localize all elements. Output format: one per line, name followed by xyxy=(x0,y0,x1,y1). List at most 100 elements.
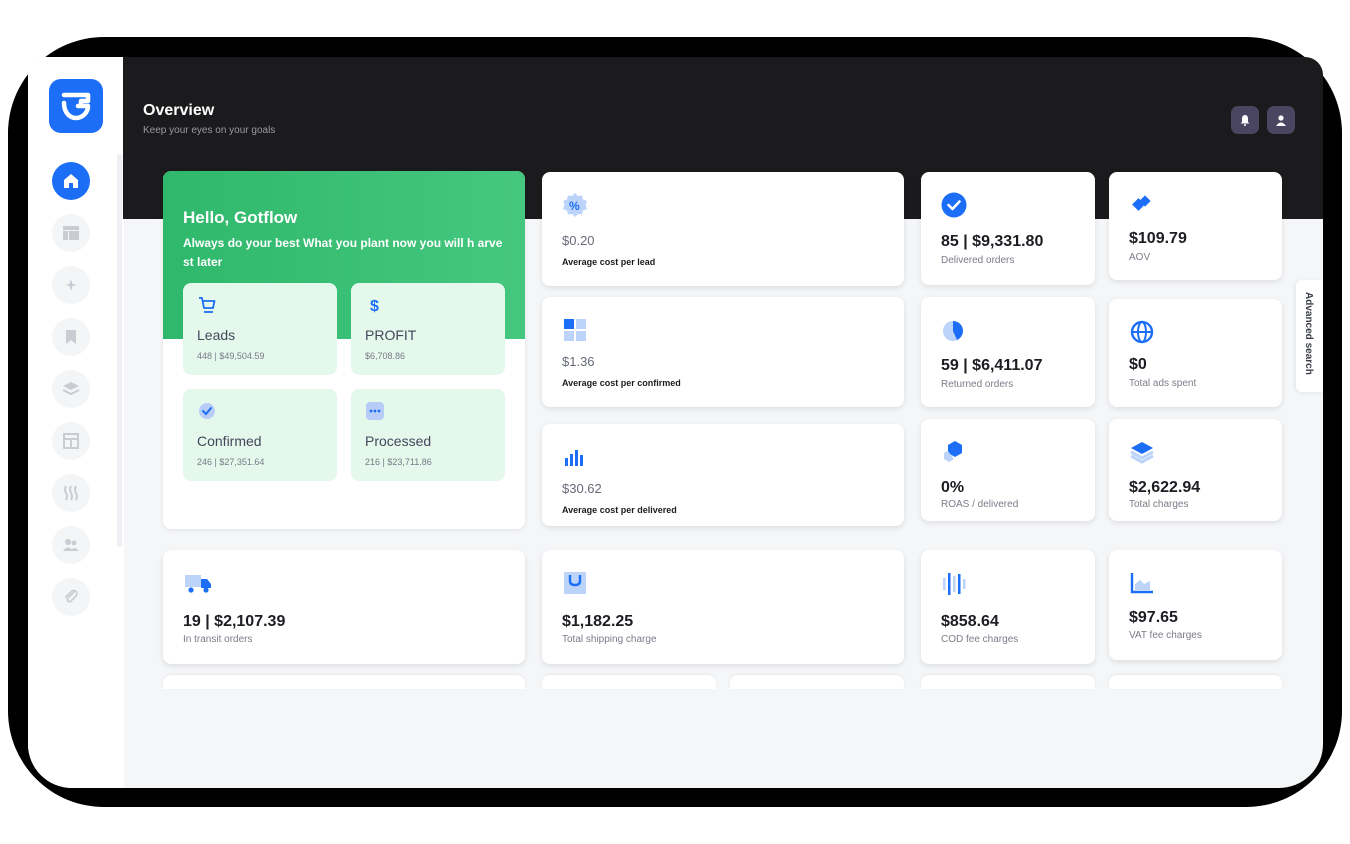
card-value: $2,622.94 xyxy=(1129,479,1201,496)
advanced-search-tab[interactable]: Advanced search xyxy=(1296,280,1323,392)
page-title: Overview xyxy=(143,102,215,119)
grid-icon xyxy=(562,317,588,343)
tile-value: 216 | $23,711.86 xyxy=(365,457,432,467)
card-value: $0 xyxy=(1129,356,1147,373)
card-label: Average cost per lead xyxy=(562,257,656,267)
cost-per-lead-card[interactable]: % $0.20 Average cost per lead xyxy=(542,172,904,286)
sidebar-item-waves[interactable] xyxy=(52,474,90,512)
pie-chart-icon xyxy=(941,317,967,343)
card-value: $1,182.25 xyxy=(562,613,634,630)
shopping-bag-icon xyxy=(562,570,588,596)
processed-tile[interactable]: Processed 216 | $23,711.86 xyxy=(351,389,505,481)
sidebar-item-bookmark[interactable] xyxy=(52,318,90,356)
card-value: $0.20 xyxy=(562,233,595,248)
cost-per-delivered-card[interactable]: $30.62 Average cost per delivered xyxy=(542,424,904,526)
card-label: AOV xyxy=(1129,252,1151,263)
confirmed-tile[interactable]: Confirmed 246 | $27,351.64 xyxy=(183,389,337,481)
notification-button[interactable] xyxy=(1231,106,1259,134)
aov-card[interactable]: $109.79 AOV xyxy=(1109,172,1282,280)
card-label: Returned orders xyxy=(941,379,1014,390)
paperclip-icon xyxy=(65,589,78,603)
welcome-message: Always do your best What you plant now y… xyxy=(183,236,503,269)
tile-label: PROFIT xyxy=(365,327,417,343)
card-value: 59 | $6,411.07 xyxy=(941,357,1043,374)
total-charges-card[interactable]: $2,622.94 Total charges xyxy=(1109,419,1282,521)
sidebar-item-home[interactable] xyxy=(52,162,90,200)
delivered-orders-card[interactable]: 85 | $9,331.80 Delivered orders xyxy=(921,172,1095,285)
bookmark-icon xyxy=(66,330,76,344)
returned-orders-card[interactable]: 59 | $6,411.07 Returned orders xyxy=(921,297,1095,407)
sidebar-item-users[interactable] xyxy=(52,526,90,564)
cube-icon xyxy=(941,439,967,465)
check-circle-icon xyxy=(197,401,217,421)
sidebar-item-sparkle[interactable] xyxy=(52,266,90,304)
tile-value: 448 | $49,504.59 xyxy=(197,351,265,361)
leads-tile[interactable]: Leads 448 | $49,504.59 xyxy=(183,283,337,375)
cod-fee-card[interactable]: $858.64 COD fee charges xyxy=(921,550,1095,664)
app-screen: Overview Keep your eyes on your goals He… xyxy=(28,57,1323,788)
layers-icon xyxy=(62,382,80,396)
sparkle-icon xyxy=(65,279,77,291)
check-badge-icon xyxy=(941,192,967,218)
next-row-card xyxy=(542,675,716,689)
in-transit-card[interactable]: 19 | $2,107.39 In transit orders xyxy=(163,550,525,664)
dollar-icon: $ xyxy=(365,295,385,315)
card-value: 0% xyxy=(941,479,965,496)
vat-fee-card[interactable]: $97.65 VAT fee charges xyxy=(1109,550,1282,660)
page-subtitle: Keep your eyes on your goals xyxy=(143,125,276,136)
tile-label: Confirmed xyxy=(197,433,262,449)
truck-icon xyxy=(183,570,213,596)
sidebar-item-layout[interactable] xyxy=(52,214,90,252)
bar-chart-icon xyxy=(562,444,588,470)
tile-label: Leads xyxy=(197,327,236,343)
ads-spent-card[interactable]: $0 Total ads spent xyxy=(1109,299,1282,407)
card-label: In transit orders xyxy=(183,634,253,645)
card-label: Delivered orders xyxy=(941,255,1015,266)
card-value: $97.65 xyxy=(1129,609,1178,626)
stack-icon xyxy=(1129,439,1155,465)
advanced-search-label: Advanced search xyxy=(1303,292,1314,375)
card-value: 19 | $2,107.39 xyxy=(183,613,286,630)
gotflow-logo[interactable] xyxy=(49,79,103,133)
tile-label: Processed xyxy=(365,433,432,449)
card-label: Average cost per confirmed xyxy=(562,378,681,388)
profile-button[interactable] xyxy=(1267,106,1295,134)
tile-value: 246 | $27,351.64 xyxy=(197,457,265,467)
home-icon xyxy=(64,174,78,188)
tile-value: $6,708.86 xyxy=(365,351,406,361)
users-icon xyxy=(63,539,79,551)
card-value: $30.62 xyxy=(562,481,602,496)
diamond-icon xyxy=(1129,192,1155,218)
card-value: $858.64 xyxy=(941,613,999,630)
sidebar-item-table[interactable] xyxy=(52,422,90,460)
waves-icon xyxy=(64,485,78,501)
card-value: $1.36 xyxy=(562,354,595,369)
area-chart-icon xyxy=(1129,570,1155,596)
next-row-card xyxy=(1109,675,1282,689)
cart-icon xyxy=(197,295,217,315)
percent-badge-icon: % xyxy=(562,192,588,218)
logo-icon xyxy=(61,92,91,121)
card-value: 85 | $9,331.80 xyxy=(941,233,1044,250)
card-label: ROAS / delivered xyxy=(941,499,1019,510)
card-value: $109.79 xyxy=(1129,230,1187,247)
next-row-card xyxy=(730,675,904,689)
sidebar-item-attachments[interactable] xyxy=(52,578,90,616)
shipping-charge-card[interactable]: $1,182.25 Total shipping charge xyxy=(542,550,904,664)
profit-tile[interactable]: $ PROFIT $6,708.86 xyxy=(351,283,505,375)
dots-icon xyxy=(365,401,385,421)
globe-icon xyxy=(1129,319,1155,345)
next-row-card xyxy=(921,675,1095,689)
welcome-heading: Hello, Gotflow xyxy=(183,208,298,227)
svg-text:$: $ xyxy=(370,298,379,314)
cost-per-confirmed-card[interactable]: $1.36 Average cost per confirmed xyxy=(542,297,904,407)
next-row-card xyxy=(163,675,525,689)
svg-text:%: % xyxy=(569,199,580,213)
sidebar-item-layers[interactable] xyxy=(52,370,90,408)
card-label: VAT fee charges xyxy=(1129,630,1202,641)
sidebar-scrollbar[interactable] xyxy=(117,154,122,547)
roas-card[interactable]: 0% ROAS / delivered xyxy=(921,419,1095,521)
bell-icon xyxy=(1240,115,1250,126)
card-label: Total shipping charge xyxy=(562,634,657,645)
table-icon xyxy=(63,433,79,449)
